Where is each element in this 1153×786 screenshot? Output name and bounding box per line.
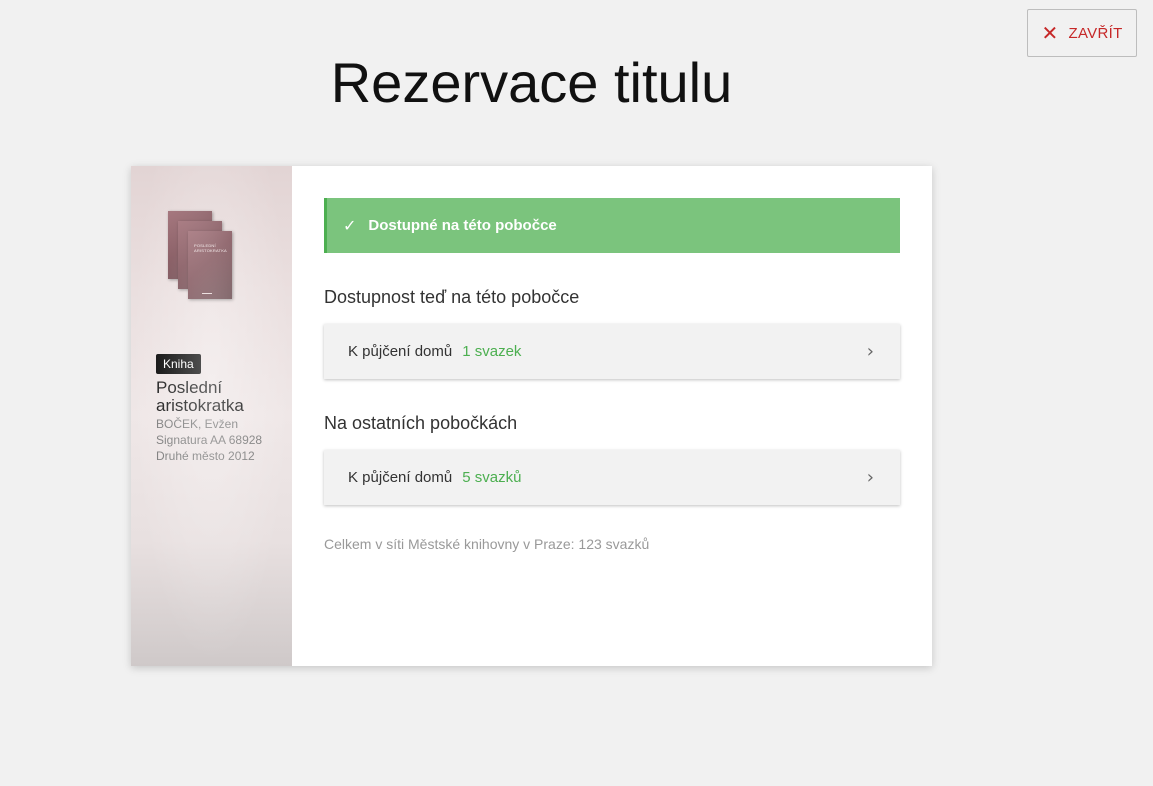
row-count: 1 svazek [462,343,522,360]
book-signature: Signatura AA 68928 [156,433,263,447]
type-badge: Kniha [156,354,201,374]
book-cover-image: POSLEDNÍ ARISTOKRATKA [168,211,238,306]
availability-row-other-branches[interactable]: K půjčení domů 5 svazků › [324,450,900,505]
total-copies-text: Celkem v síti Městské knihovny v Praze: … [324,536,650,552]
book-cover-rule [202,293,212,294]
row-label: K půjčení domů [348,469,453,486]
reservation-card: POSLEDNÍ ARISTOKRATKA Kniha Poslední ari… [131,166,932,666]
availability-status-banner: ✓ Dostupné na této pobočce [324,198,900,253]
close-button-label: ZAVŘÍT [1068,24,1123,42]
book-publisher: Druhé město 2012 [156,449,255,463]
book-title: Poslední aristokratka [156,378,244,415]
page-title: Rezervace titulu [330,51,733,114]
chevron-right-icon: › [866,341,874,362]
section-title-this-branch: Dostupnost teď na této pobočce [324,287,580,307]
row-label: K půjčení domů [348,343,453,360]
book-sidebar: POSLEDNÍ ARISTOKRATKA Kniha Poslední ari… [131,166,292,666]
chevron-right-icon: › [866,467,874,488]
check-icon: ✓ [343,216,357,235]
status-text: Dostupné na této pobočce [368,217,557,234]
row-count: 5 svazků [462,469,522,486]
close-icon: ✕ [1041,21,1059,45]
book-cover-front: POSLEDNÍ ARISTOKRATKA [188,231,232,299]
book-cover-title: POSLEDNÍ ARISTOKRATKA [194,243,227,253]
section-title-other-branches: Na ostatních pobočkách [324,413,518,433]
availability-row-this-branch[interactable]: K půjčení domů 1 svazek › [324,324,900,379]
availability-panel: ✓ Dostupné na této pobočce Dostupnost te… [292,166,932,666]
book-author: BOČEK, Evžen [156,417,239,431]
reservation-page: ✕ ZAVŘÍT Rezervace titulu POSLEDNÍ ARIST… [0,0,1153,786]
